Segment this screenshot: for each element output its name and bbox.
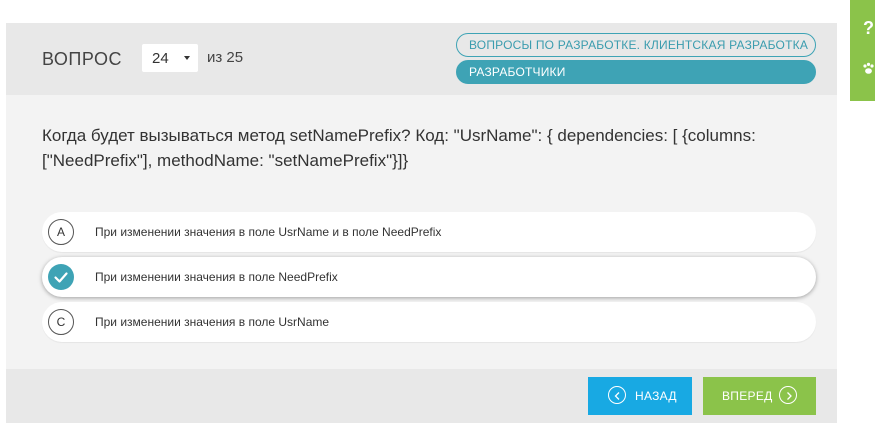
question-header: ВОПРОС 24 из 25 ВОПРОСЫ ПО РАЗРАБОТКЕ. К… <box>6 23 837 95</box>
role-tag[interactable]: РАЗРАБОТЧИКИ <box>456 60 816 84</box>
paw-icon <box>862 62 875 80</box>
question-number-value: 24 <box>152 50 169 67</box>
question-label: ВОПРОС <box>42 49 122 69</box>
chevron-left-icon <box>608 386 626 404</box>
check-icon <box>48 264 74 290</box>
question-text: Когда будет вызываться метод setNamePref… <box>42 126 756 170</box>
category-tag[interactable]: ВОПРОСЫ ПО РАЗРАБОТКЕ. КЛИЕНТСКАЯ РАЗРАБ… <box>456 33 816 57</box>
help-side-tab[interactable]: ? <box>850 0 875 101</box>
answer-option-a[interactable]: A При изменении значения в поле UsrName … <box>42 212 816 252</box>
help-icon: ? <box>863 18 874 38</box>
back-button[interactable]: НАЗАД <box>588 377 692 415</box>
question-total: из 25 <box>207 49 244 66</box>
answer-text: При изменении значения в поле UsrName и … <box>95 225 442 239</box>
question-number-select[interactable]: 24 <box>142 44 198 72</box>
chevron-right-icon <box>779 386 797 404</box>
navigation-footer: НАЗАД ВПЕРЕД <box>6 369 837 423</box>
answer-letter-a: A <box>48 219 74 245</box>
next-button[interactable]: ВПЕРЕД <box>703 377 816 415</box>
quiz-card: ВОПРОС 24 из 25 ВОПРОСЫ ПО РАЗРАБОТКЕ. К… <box>6 23 837 423</box>
answer-letter-c: C <box>48 309 74 335</box>
answer-option-c[interactable]: C При изменении значения в поле UsrName <box>42 302 816 342</box>
back-button-label: НАЗАД <box>635 389 677 403</box>
chevron-down-icon <box>184 56 190 60</box>
answer-text: При изменении значения в поле NeedPrefix <box>95 270 338 284</box>
answer-text: При изменении значения в поле UsrName <box>95 315 330 329</box>
answer-option-b[interactable]: При изменении значения в поле NeedPrefix <box>42 257 816 297</box>
next-button-label: ВПЕРЕД <box>722 389 773 403</box>
